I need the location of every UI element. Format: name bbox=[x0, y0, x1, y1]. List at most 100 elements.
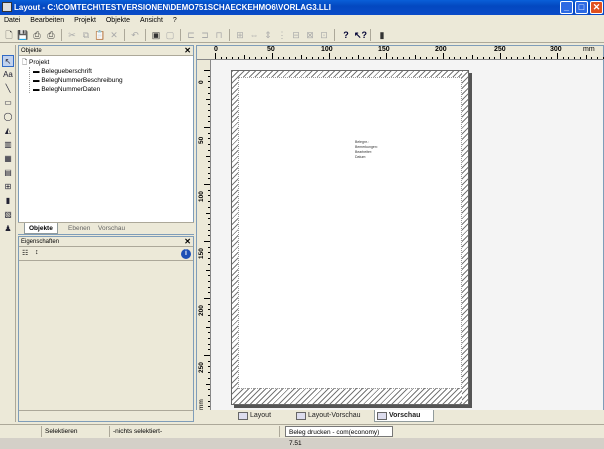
distribute-icon[interactable]: ⋮ bbox=[276, 29, 288, 41]
ruler-tick bbox=[208, 206, 210, 208]
ruler-tick bbox=[437, 57, 439, 59]
toolbar: 🗋 💾 ⎙ ⎙ ✂ ⧉ 📋 ✕ ↶ ▣ ▢ ⊏ ⊐ ⊓ ⊞ ⇔ ⇕ ⋮ ⊟ ⊠ … bbox=[0, 27, 604, 43]
page-text-belegnr[interactable]: Belegnr.: bbox=[355, 140, 369, 145]
tab-vorschau[interactable]: Vorschau bbox=[94, 223, 129, 234]
tree-root[interactable]: 🗋 Projekt bbox=[22, 58, 49, 67]
chart-tool-icon[interactable]: ▮ bbox=[2, 195, 14, 207]
menu-datei[interactable]: Datei bbox=[4, 15, 20, 26]
align-right-icon[interactable]: ⊐ bbox=[199, 29, 211, 41]
same-height-icon[interactable]: ⇕ bbox=[262, 29, 274, 41]
save-icon[interactable]: 💾 bbox=[17, 29, 29, 41]
layout-page[interactable]: Belegnr.: Bemerkungen: Bearbeiter: Datum… bbox=[231, 70, 469, 405]
tab-preview[interactable]: Vorschau bbox=[374, 410, 434, 422]
ruler-label: 250 bbox=[494, 46, 506, 53]
ruler-tick bbox=[425, 57, 427, 59]
ruler-tick bbox=[208, 75, 210, 77]
menu-ansicht[interactable]: Ansicht bbox=[140, 15, 163, 26]
align-top-icon[interactable]: ⊓ bbox=[213, 29, 225, 41]
select-tool-icon[interactable]: ↖ bbox=[2, 55, 14, 67]
page-text-bemerkungen[interactable]: Bemerkungen: bbox=[355, 145, 378, 150]
maximize-button[interactable]: □ bbox=[575, 1, 588, 14]
exit-icon[interactable]: ▮ bbox=[376, 29, 388, 41]
minimize-button[interactable]: _ bbox=[560, 1, 573, 14]
objects-panel-close[interactable]: ✕ bbox=[184, 46, 191, 56]
ruler-label: 200 bbox=[435, 46, 447, 53]
rectangle-tool-icon[interactable]: ▭ bbox=[2, 97, 14, 109]
ruler-tick bbox=[208, 189, 210, 191]
delete-icon[interactable]: ✕ bbox=[108, 29, 120, 41]
menu-bearbeiten[interactable]: Bearbeiten bbox=[30, 15, 64, 26]
tab-layout-preview[interactable]: Layout-Vorschau bbox=[294, 410, 372, 422]
tab-ebenen[interactable]: Ebenen bbox=[64, 223, 94, 234]
ruler-tick bbox=[374, 57, 376, 59]
ruler-tick bbox=[208, 372, 210, 374]
ruler-tick bbox=[414, 55, 416, 59]
close-button[interactable]: ✕ bbox=[590, 1, 603, 14]
tree-item[interactable]: ▬ Belegueberschrift bbox=[33, 67, 92, 76]
ruler-tick bbox=[539, 57, 541, 59]
send-back-icon[interactable]: ▢ bbox=[164, 29, 176, 41]
print-preview-icon[interactable]: ⎙ bbox=[45, 29, 57, 41]
view-tabs: Layout Layout-Vorschau Vorschau bbox=[196, 410, 604, 423]
align-left-icon[interactable]: ⊏ bbox=[185, 29, 197, 41]
ruler-tick bbox=[208, 121, 210, 123]
cut-icon[interactable]: ✂ bbox=[66, 29, 78, 41]
properties-panel-close[interactable]: ✕ bbox=[184, 237, 191, 247]
align-center-icon[interactable]: ⊞ bbox=[234, 29, 246, 41]
page-text-datum[interactable]: Datum: bbox=[355, 155, 366, 160]
ole-tool-icon[interactable]: ♟ bbox=[2, 223, 14, 235]
tab-objekte[interactable]: Objekte bbox=[24, 223, 58, 234]
ruler-tick bbox=[204, 70, 210, 71]
help-icon[interactable]: ? bbox=[340, 29, 352, 41]
tree-item[interactable]: ▬ BelegNummerDaten bbox=[33, 85, 100, 94]
canvas[interactable]: Belegnr.: Bemerkungen: Bearbeiter: Datum… bbox=[211, 60, 603, 410]
ruler-tick bbox=[334, 57, 336, 59]
lock-icon[interactable]: ⊡ bbox=[318, 29, 330, 41]
ruler-tick bbox=[208, 223, 210, 225]
categorized-icon[interactable]: ☷ bbox=[22, 249, 28, 257]
menu-projekt[interactable]: Projekt bbox=[74, 15, 96, 26]
ruler-tick bbox=[208, 332, 210, 334]
copy-icon[interactable]: ⧉ bbox=[80, 29, 92, 41]
objects-panel-title: Objekte bbox=[21, 48, 42, 54]
ruler-tick bbox=[206, 326, 210, 328]
html-tool-icon[interactable]: ▧ bbox=[2, 209, 14, 221]
ruler-tick bbox=[206, 269, 210, 271]
print-icon[interactable]: ⎙ bbox=[31, 29, 43, 41]
tab-layout[interactable]: Layout bbox=[236, 410, 292, 422]
ruler-tick bbox=[482, 57, 484, 59]
same-width-icon[interactable]: ⇔ bbox=[248, 29, 260, 41]
tree-item[interactable]: ▬ BelegNummerBeschreibung bbox=[33, 76, 123, 85]
line-tool-icon[interactable]: ╲ bbox=[2, 83, 14, 95]
text-tool-icon[interactable]: Aa bbox=[2, 69, 14, 81]
group-icon[interactable]: ⊟ bbox=[290, 29, 302, 41]
context-help-icon[interactable]: ↖? bbox=[354, 29, 367, 41]
ruler-tick bbox=[294, 57, 296, 59]
ruler-tick bbox=[208, 252, 210, 254]
table-tool-icon[interactable]: ▦ bbox=[2, 153, 14, 165]
form-tool-icon[interactable]: ▤ bbox=[2, 167, 14, 179]
properties-panel-header: Eigenschaften ✕ bbox=[19, 237, 193, 247]
barcode-tool-icon[interactable]: ▥ bbox=[2, 139, 14, 151]
bring-front-icon[interactable]: ▣ bbox=[150, 29, 162, 41]
ruler-tick bbox=[289, 57, 291, 59]
paste-icon[interactable]: 📋 bbox=[94, 29, 106, 41]
crosstab-tool-icon[interactable]: ⊞ bbox=[2, 181, 14, 193]
new-file-icon[interactable]: 🗋 bbox=[3, 29, 15, 41]
ruler-tick bbox=[204, 298, 210, 299]
status-mode: Selektieren bbox=[42, 426, 110, 437]
sort-alpha-icon[interactable]: ↕ bbox=[35, 249, 39, 256]
printable-area[interactable]: Belegnr.: Bemerkungen: Bearbeiter: Datum… bbox=[238, 77, 462, 389]
ellipse-tool-icon[interactable]: ◯ bbox=[2, 111, 14, 123]
drawing-tool-icon[interactable]: ◭ bbox=[2, 125, 14, 137]
ruler-label: 50 bbox=[267, 46, 275, 53]
page-text-bearbeiter[interactable]: Bearbeiter: bbox=[355, 150, 372, 155]
ungroup-icon[interactable]: ⊠ bbox=[304, 29, 316, 41]
menu-help[interactable]: ? bbox=[173, 15, 177, 26]
ruler-tick bbox=[208, 349, 210, 351]
info-icon[interactable]: i bbox=[181, 249, 191, 259]
undo-icon[interactable]: ↶ bbox=[129, 29, 141, 41]
ruler-tick bbox=[208, 394, 210, 396]
ruler-tick bbox=[351, 57, 353, 59]
menu-objekte[interactable]: Objekte bbox=[106, 15, 130, 26]
